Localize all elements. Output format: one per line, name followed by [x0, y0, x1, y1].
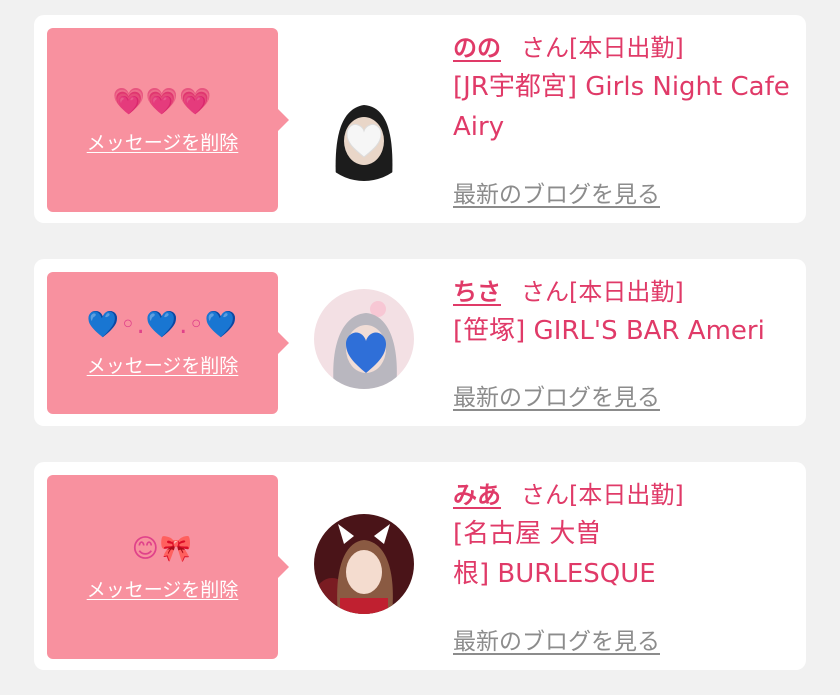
message-bubble: 😊🎀 メッセージを削除	[47, 475, 289, 659]
latest-blog-link[interactable]: 最新のブログを見る	[453, 378, 660, 412]
status-text: さん[本日出勤]	[521, 34, 684, 62]
cast-name-link[interactable]: ちさ	[453, 278, 501, 306]
shop-name: [笹塚] GIRL'S BAR Ameri	[453, 316, 765, 346]
message-card: 💗💗💗 メッセージを削除 のの さん[本日出勤] [JR宇都宮] Girls Ni…	[34, 15, 806, 223]
latest-blog-link[interactable]: 最新のブログを見る	[453, 622, 660, 656]
cast-info: ちさ さん[本日出勤] [笹塚] GIRL'S BAR Ameri	[453, 273, 796, 351]
latest-blog-link[interactable]: 最新のブログを見る	[453, 175, 660, 209]
message-text: 💗💗💗	[112, 86, 213, 117]
avatar[interactable]	[314, 514, 414, 614]
status-text: さん[本日出勤]	[521, 481, 684, 509]
message-bubble: 💗💗💗 メッセージを削除	[47, 28, 289, 212]
cast-info: みあ さん[本日出勤] [名古屋 大曽 根] BURLESQUE	[453, 476, 796, 594]
delete-message-link[interactable]: メッセージを削除	[87, 128, 239, 155]
cast-name-link[interactable]: のの	[453, 34, 501, 62]
message-bubble: 💙◦.💙.◦💙 メッセージを削除	[47, 272, 289, 414]
status-text: さん[本日出勤]	[521, 278, 684, 306]
message-text: 😊🎀	[131, 533, 194, 564]
cast-name-link[interactable]: みあ	[453, 481, 501, 509]
delete-message-link[interactable]: メッセージを削除	[87, 575, 239, 602]
message-card: 💙◦.💙.◦💙 メッセージを削除 ちさ さん[本日出勤] [笹塚] GIRL'S …	[34, 259, 806, 426]
delete-message-link[interactable]: メッセージを削除	[87, 351, 239, 378]
avatar[interactable]	[314, 81, 414, 181]
avatar[interactable]	[314, 289, 414, 389]
shop-name: [JR宇都宮] Girls Night Cafe Airy	[453, 72, 790, 142]
shop-name-line1: [名古屋 大曽	[453, 519, 602, 549]
shop-name-line2: 根] BURLESQUE	[453, 559, 656, 589]
message-text: 💙◦.💙.◦💙	[86, 309, 239, 340]
cast-info: のの さん[本日出勤] [JR宇都宮] Girls Night Cafe Airy	[453, 29, 796, 147]
message-card: 😊🎀 メッセージを削除 みあ さん[本日出勤] [名古屋 大曽 根] BURLES…	[34, 462, 806, 670]
